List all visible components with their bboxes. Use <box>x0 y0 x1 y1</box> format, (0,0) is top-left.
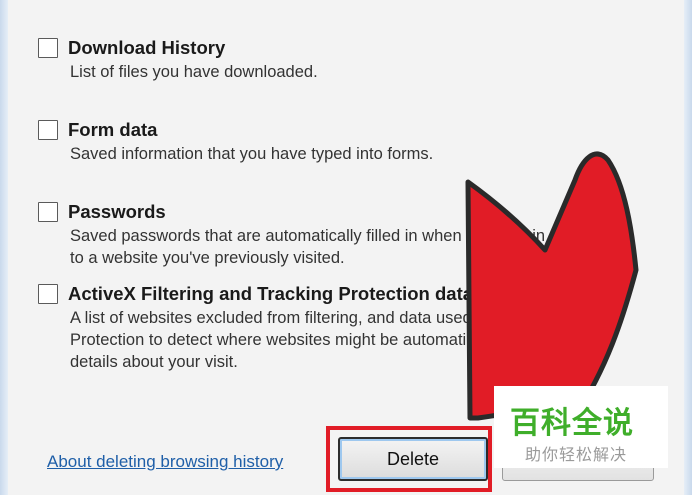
watermark-logo: 百科全说 助你轻松解决 <box>494 386 668 468</box>
watermark-subtitle: 助你轻松解决 <box>525 447 628 464</box>
watermark-title: 百科全说 <box>510 407 634 440</box>
dialog-window: Download History List of files you have … <box>0 0 692 495</box>
